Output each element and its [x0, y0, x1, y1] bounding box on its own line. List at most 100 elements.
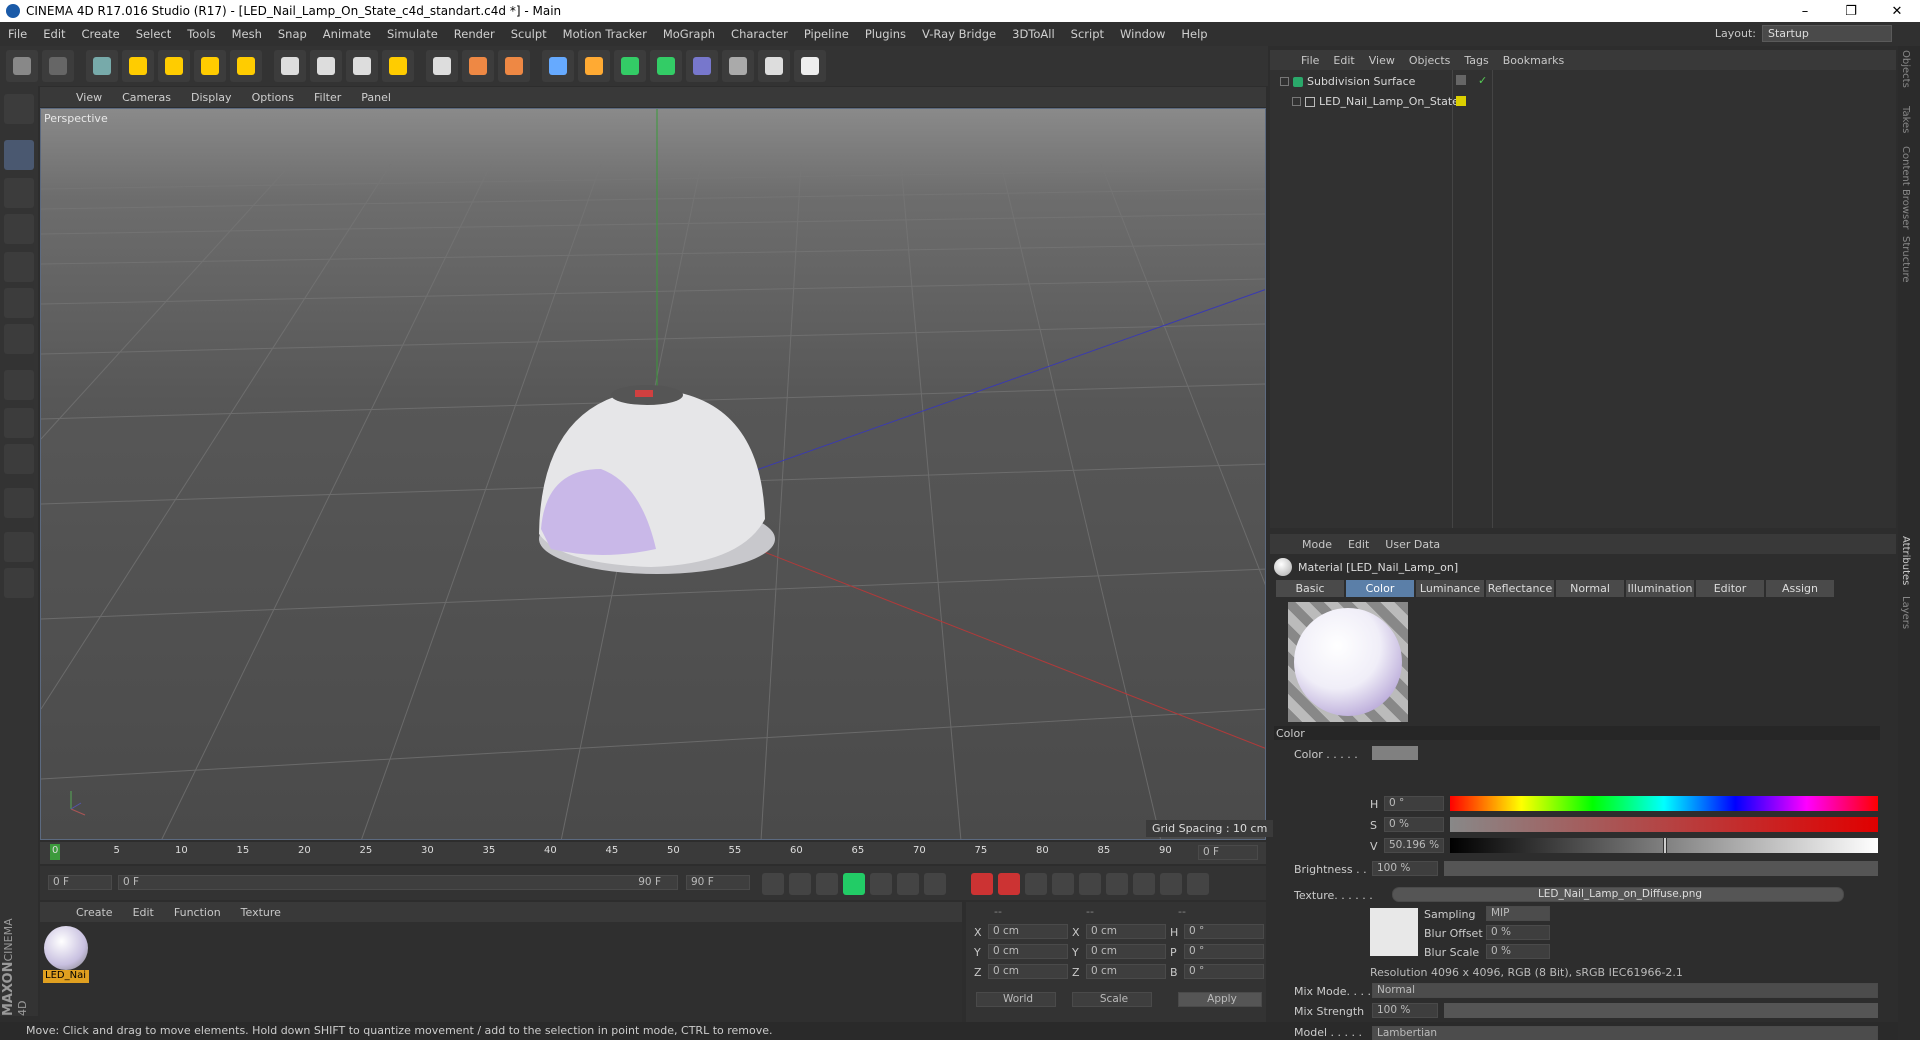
- move-icon[interactable]: [122, 50, 154, 82]
- material-name[interactable]: LED_Nai: [43, 970, 89, 983]
- end-frame-field[interactable]: 90 F: [686, 875, 750, 890]
- material-thumbnail[interactable]: [44, 926, 88, 970]
- side-tab-content-browser[interactable]: Content Browser: [1900, 146, 1911, 229]
- coord-field[interactable]: 0 cm: [988, 944, 1068, 959]
- tab-illumination[interactable]: Illumination: [1626, 580, 1694, 597]
- current-frame-field[interactable]: 0 F: [1198, 845, 1258, 860]
- side-tab-attributes[interactable]: Attributes: [1900, 536, 1911, 585]
- side-tab-structure[interactable]: Structure: [1900, 236, 1911, 283]
- start-frame-field[interactable]: 0 F: [48, 875, 112, 890]
- viewport-menu-filter[interactable]: Filter: [304, 91, 351, 104]
- menu-help[interactable]: Help: [1173, 27, 1215, 41]
- menu-window[interactable]: Window: [1112, 27, 1173, 41]
- coord-field[interactable]: 0 cm: [1086, 924, 1166, 939]
- prev-frame-icon[interactable]: [816, 873, 838, 895]
- render-settings-icon[interactable]: [498, 50, 530, 82]
- menu-character[interactable]: Character: [723, 27, 796, 41]
- edges-mode-icon[interactable]: [4, 288, 34, 318]
- timeline-ruler[interactable]: 0 5 10 15 20 25 30 35 40 45 50 55 60 65 70 75 80 85 90 0 F: [40, 842, 1266, 864]
- checkmark-icon[interactable]: ✓: [1478, 74, 1487, 87]
- color-swatch[interactable]: [1372, 746, 1418, 760]
- viewport-menu-cameras[interactable]: Cameras: [112, 91, 181, 104]
- select-icon[interactable]: [86, 50, 118, 82]
- rotate-key-icon[interactable]: [1106, 873, 1128, 895]
- texture-file-button[interactable]: LED_Nail_Lamp_on_Diffuse.png: [1392, 887, 1844, 902]
- coord-field[interactable]: 0 cm: [1086, 944, 1166, 959]
- menu-select[interactable]: Select: [128, 27, 179, 41]
- deformer-icon[interactable]: [686, 50, 718, 82]
- close-button[interactable]: ✕: [1874, 0, 1920, 22]
- object-menu-view[interactable]: View: [1362, 54, 1402, 67]
- coord-field[interactable]: 0 cm: [1086, 964, 1166, 979]
- menu-script[interactable]: Script: [1063, 27, 1112, 41]
- material-menu-edit[interactable]: Edit: [123, 906, 164, 919]
- collapse-icon[interactable]: [1280, 77, 1289, 86]
- object-menu-bookmarks[interactable]: Bookmarks: [1496, 54, 1571, 67]
- polygons-mode-icon[interactable]: [4, 324, 34, 354]
- frame-range-slider[interactable]: 0 F 90 F: [118, 875, 678, 890]
- object-subdivision-surface[interactable]: Subdivision Surface: [1280, 75, 1415, 88]
- model-dropdown[interactable]: Lambertian: [1372, 1026, 1878, 1040]
- mix-strength-field[interactable]: 100 %: [1372, 1003, 1438, 1018]
- h-field[interactable]: 0 °: [1384, 796, 1444, 811]
- menu-mograph[interactable]: MoGraph: [655, 27, 723, 41]
- visibility-toggle-icon[interactable]: [1456, 75, 1466, 85]
- timeline-icon[interactable]: [1187, 873, 1209, 895]
- next-key-icon[interactable]: [897, 873, 919, 895]
- value-slider[interactable]: [1450, 837, 1878, 854]
- side-tab-layers[interactable]: Layers: [1900, 596, 1911, 629]
- pen-icon[interactable]: [578, 50, 610, 82]
- tab-basic[interactable]: Basic: [1276, 580, 1344, 597]
- play-icon[interactable]: [843, 873, 865, 895]
- next-frame-icon[interactable]: [870, 873, 892, 895]
- rotate-icon[interactable]: [194, 50, 226, 82]
- attributes-menu-user-data[interactable]: User Data: [1377, 538, 1448, 551]
- v-field[interactable]: 50.196 %: [1384, 838, 1444, 853]
- menu-snap[interactable]: Snap: [270, 27, 315, 41]
- menu-tools[interactable]: Tools: [179, 27, 223, 41]
- tab-assign[interactable]: Assign: [1766, 580, 1834, 597]
- tab-luminance[interactable]: Luminance: [1416, 580, 1484, 597]
- coord-field[interactable]: 0 cm: [988, 964, 1068, 979]
- coord-field[interactable]: 0 °: [1184, 924, 1264, 939]
- side-tab-takes[interactable]: Takes: [1900, 106, 1911, 133]
- expand-icon[interactable]: [1292, 97, 1301, 106]
- maximize-button[interactable]: ❐: [1828, 0, 1874, 22]
- perspective-viewport[interactable]: [40, 108, 1266, 840]
- z-axis-icon[interactable]: [346, 50, 378, 82]
- menu-create[interactable]: Create: [74, 27, 128, 41]
- object-menu-tags[interactable]: Tags: [1457, 54, 1495, 67]
- make-editable-icon[interactable]: [4, 94, 34, 124]
- viewport-menu-panel[interactable]: Panel: [351, 91, 401, 104]
- go-start-icon[interactable]: [762, 873, 784, 895]
- s-field[interactable]: 0 %: [1384, 817, 1444, 832]
- x-axis-icon[interactable]: [274, 50, 306, 82]
- scale-key-icon[interactable]: [1079, 873, 1101, 895]
- render-picture-queue-icon[interactable]: [462, 50, 494, 82]
- workplane-icon[interactable]: [4, 568, 34, 598]
- record-icon[interactable]: [971, 873, 993, 895]
- menu-animate[interactable]: Animate: [315, 27, 379, 41]
- menu-mesh[interactable]: Mesh: [224, 27, 270, 41]
- viewport-menu-display[interactable]: Display: [181, 91, 242, 104]
- y-axis-icon[interactable]: [310, 50, 342, 82]
- live-select-icon[interactable]: [230, 50, 262, 82]
- menu-v-ray-bridge[interactable]: V-Ray Bridge: [914, 27, 1004, 41]
- magnet-icon[interactable]: [4, 488, 34, 518]
- tab-color[interactable]: Color: [1346, 580, 1414, 597]
- blur-offset-field[interactable]: 0 %: [1486, 925, 1550, 940]
- object-menu-edit[interactable]: Edit: [1326, 54, 1361, 67]
- menu-edit[interactable]: Edit: [35, 27, 73, 41]
- menu-sculpt[interactable]: Sculpt: [503, 27, 555, 41]
- render-view-icon[interactable]: [426, 50, 458, 82]
- pla-key-icon[interactable]: [1160, 873, 1182, 895]
- world-coord-icon[interactable]: [382, 50, 414, 82]
- side-tab-objects[interactable]: Objects: [1900, 50, 1911, 88]
- workplane-lock-icon[interactable]: [4, 532, 34, 562]
- hue-slider[interactable]: [1450, 796, 1878, 811]
- mix-mode-dropdown[interactable]: Normal: [1372, 983, 1878, 998]
- menu-simulate[interactable]: Simulate: [379, 27, 446, 41]
- coord-field[interactable]: 0 cm: [988, 924, 1068, 939]
- menu-render[interactable]: Render: [446, 27, 503, 41]
- floor-icon[interactable]: [722, 50, 754, 82]
